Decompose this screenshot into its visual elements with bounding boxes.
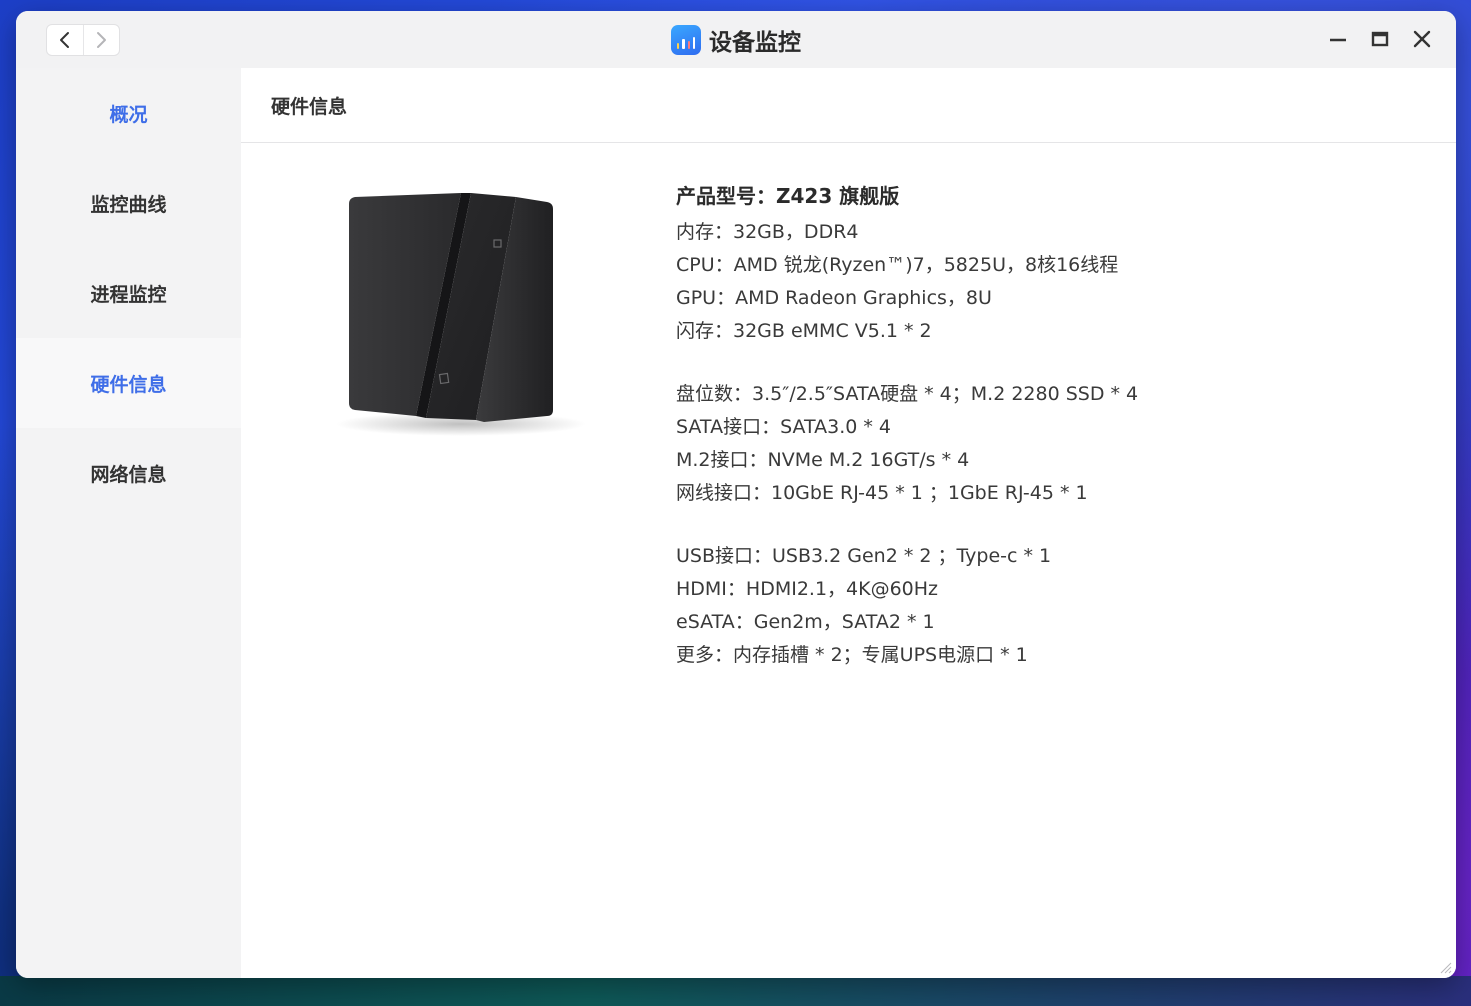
product-image	[336, 193, 586, 436]
spec-hdmi: HDMI：HDMI2.1，4K@60Hz	[676, 578, 939, 600]
close-icon	[1413, 30, 1431, 48]
spec-flash: 闪存：32GB eMMC V5.1 * 2	[676, 320, 932, 342]
spec-group-io: USB接口：USB3.2 Gen2 * 2 ；Type-c * 1 HDMI：H…	[676, 540, 1436, 672]
main-content: 硬件信息 产品型号：Z423 旗舰版 内存：32GB，DDR4 CPU：AMD …	[241, 68, 1456, 978]
back-button[interactable]	[47, 25, 83, 55]
spec-group-storage: 盘位数：3.5″/2.5″SATA硬盘 * 4；M.2 2280 SSD * 4…	[676, 378, 1436, 510]
maximize-icon	[1371, 31, 1389, 47]
spec-usb: USB接口：USB3.2 Gen2 * 2 ；Type-c * 1	[676, 545, 1052, 567]
sidebar-item-monitor-curves[interactable]: 监控曲线	[16, 158, 241, 248]
sidebar: 概况 监控曲线 进程监控 硬件信息 网络信息	[16, 68, 241, 978]
window-title: 设备监控	[709, 29, 801, 56]
spec-cpu: CPU：AMD 锐龙(Ryzen™)7，5825U，8核16线程	[676, 254, 1119, 276]
window-controls	[1328, 27, 1432, 51]
sidebar-item-label: 硬件信息	[90, 373, 167, 396]
sidebar-item-label: 进程监控	[90, 283, 167, 306]
chevron-right-icon	[97, 32, 107, 48]
title-bar: 设备监控	[16, 11, 1456, 68]
spec-more: 更多：内存插槽 * 2；专属UPS电源口 * 1	[676, 644, 1028, 666]
window-title-area: 设备监控	[16, 11, 1456, 68]
monitor-chart-icon	[671, 24, 701, 55]
sidebar-item-label: 概况	[109, 103, 148, 126]
minimize-button[interactable]	[1328, 27, 1348, 51]
sidebar-item-hardware-info[interactable]: 硬件信息	[16, 338, 241, 428]
spec-memory: 内存：32GB，DDR4	[676, 221, 859, 243]
hardware-spec-list: 产品型号：Z423 旗舰版 内存：32GB，DDR4 CPU：AMD 锐龙(Ry…	[676, 176, 1436, 672]
spec-gpu: GPU：AMD Radeon Graphics，8U	[676, 287, 992, 309]
app-window: 设备监控 概况 监控曲线 进程监控 硬件信息 网络信息 硬件信息 产品型号：Z4…	[16, 11, 1456, 978]
minimize-icon	[1330, 38, 1346, 42]
close-button[interactable]	[1412, 27, 1432, 51]
maximize-button[interactable]	[1370, 27, 1390, 51]
sidebar-item-network-info[interactable]: 网络信息	[16, 428, 241, 518]
chevron-left-icon	[59, 32, 69, 48]
spec-sata: SATA接口：SATA3.0 * 4	[676, 416, 892, 438]
spec-network-ports: 网线接口：10GbE RJ-45 * 1 ；1GbE RJ-45 * 1	[676, 482, 1088, 504]
product-model: 产品型号：Z423 旗舰版	[676, 184, 900, 208]
page-title: 硬件信息	[241, 68, 1456, 143]
sidebar-item-label: 网络信息	[90, 463, 167, 486]
spec-drive-bays: 盘位数：3.5″/2.5″SATA硬盘 * 4；M.2 2280 SSD * 4	[676, 383, 1139, 405]
sidebar-item-label: 监控曲线	[90, 193, 167, 216]
spec-m2: M.2接口：NVMe M.2 16GT/s * 4	[676, 449, 970, 471]
sidebar-item-overview[interactable]: 概况	[16, 68, 241, 158]
resize-grip-icon[interactable]	[1438, 960, 1452, 974]
sidebar-item-process-monitor[interactable]: 进程监控	[16, 248, 241, 338]
spec-group-core: 内存：32GB，DDR4 CPU：AMD 锐龙(Ryzen™)7，5825U，8…	[676, 216, 1436, 348]
spec-esata: eSATA：Gen2m，SATA2 * 1	[676, 611, 935, 633]
forward-button[interactable]	[82, 25, 120, 55]
nav-button-group	[46, 24, 120, 56]
